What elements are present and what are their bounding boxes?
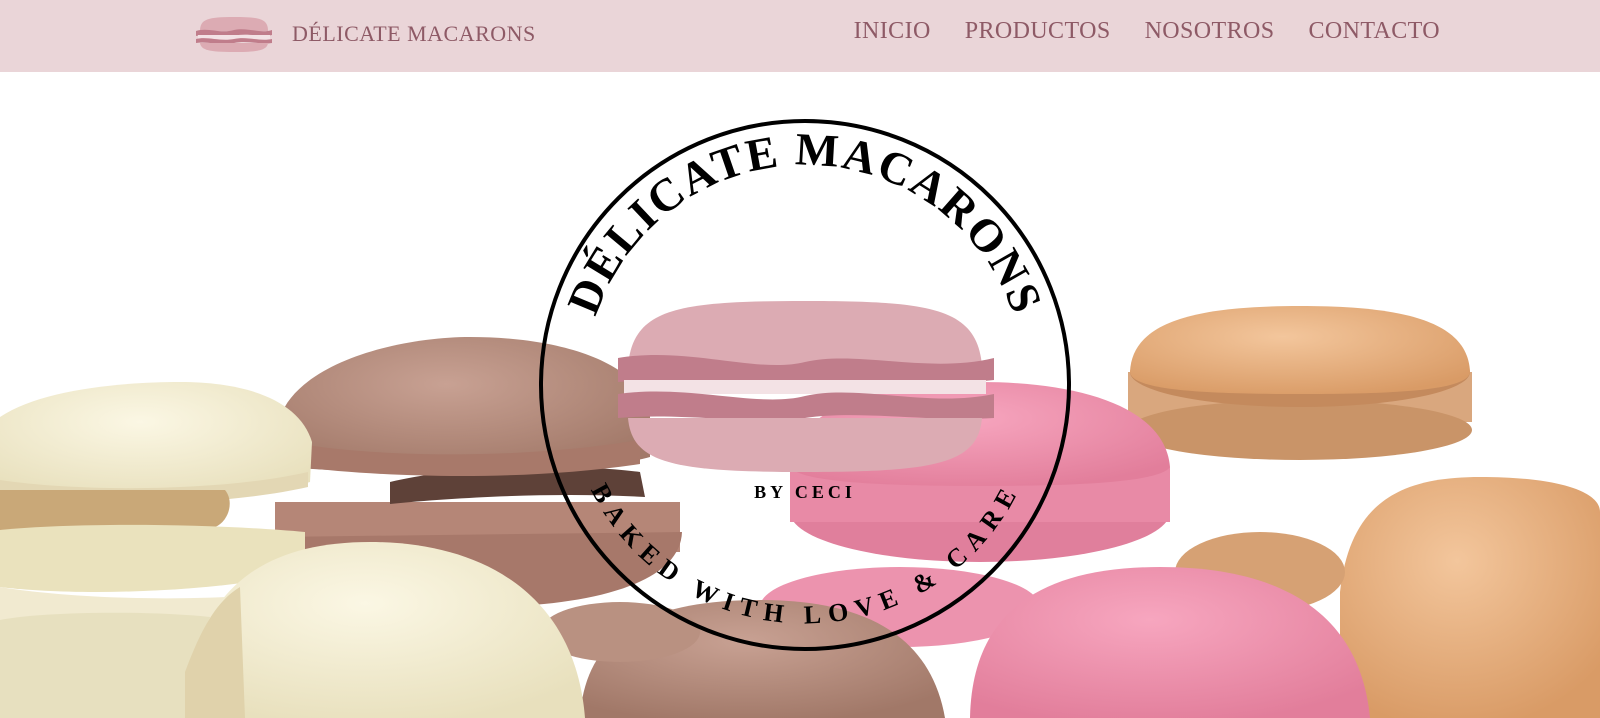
macaron-icon — [196, 17, 272, 52]
emblem-top-text: DÉLICATE MACARONS — [557, 123, 1053, 321]
brand-link[interactable]: DÉLICATE MACARONS — [194, 14, 536, 54]
nav-link-nosotros[interactable]: NOSOTROS — [1145, 18, 1275, 45]
nav-link-inicio[interactable]: INICIO — [854, 18, 931, 45]
nav-link-productos[interactable]: PRODUCTOS — [965, 18, 1111, 45]
hero-section: DÉLICATE MACARONS BY CECI BAKED WITH LOV… — [0, 72, 1600, 718]
emblem-subtitle: BY CECI — [754, 482, 856, 502]
emblem-macaron-icon — [618, 301, 994, 472]
main-nav: INICIO PRODUCTOS NOSOTROS CONTACTO — [854, 18, 1440, 45]
brand-name: DÉLICATE MACARONS — [292, 21, 536, 46]
hero-emblem: DÉLICATE MACARONS BY CECI BAKED WITH LOV… — [539, 119, 1071, 651]
navbar: DÉLICATE MACARONS INICIO PRODUCTOS NOSOT… — [0, 0, 1600, 72]
nav-link-contacto[interactable]: CONTACTO — [1308, 18, 1440, 45]
